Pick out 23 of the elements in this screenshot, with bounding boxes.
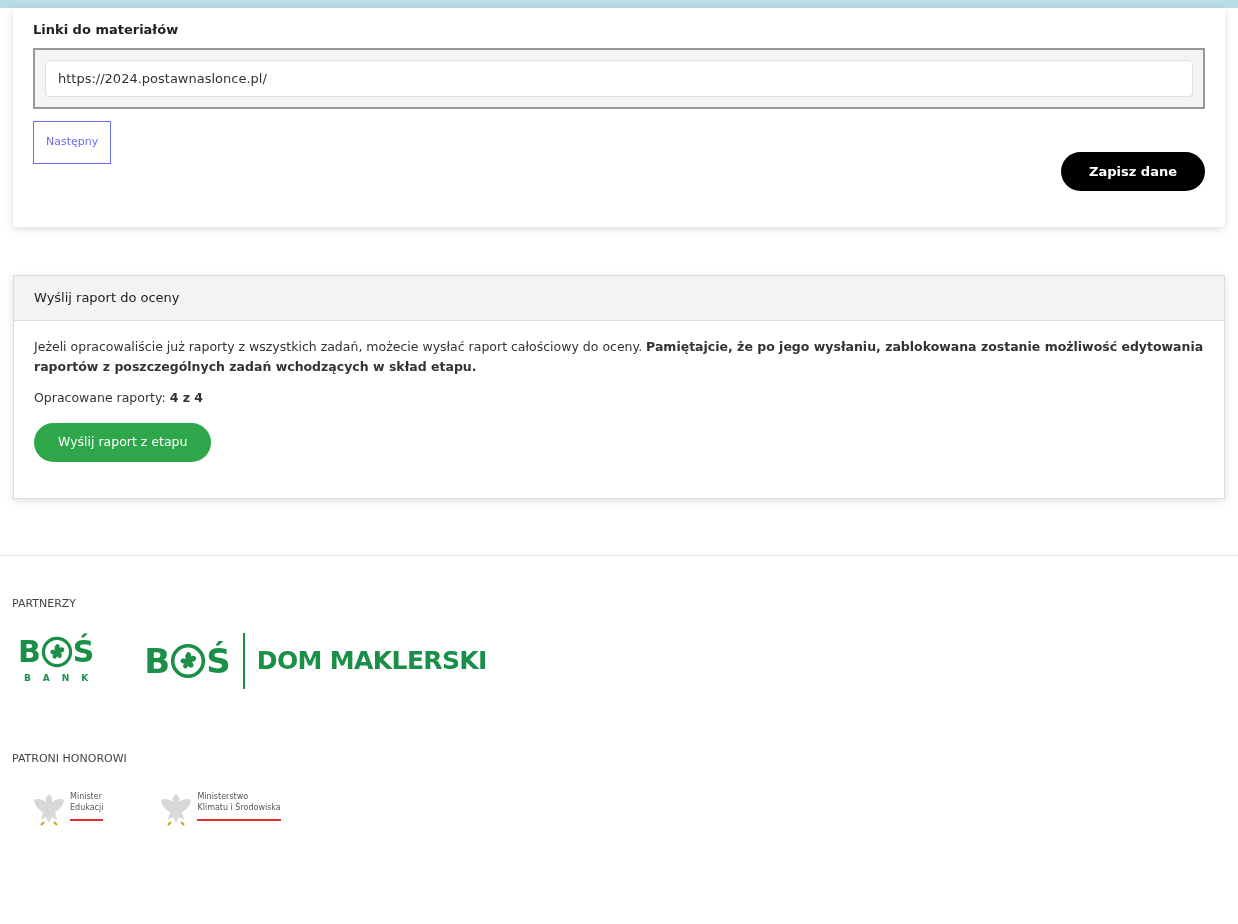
save-button[interactable]: Zapisz dane xyxy=(1061,151,1205,191)
report-description: Jeżeli opracowaliście już raporty z wszystkich zadań, możecie wysłać raport całościowy do oceny. Pamiętajcie, że po jego wysłaniu, zablokowana zostanie możliwość edytowania raportów z poszczególnych zadań wchodzących w skład etapu. xyxy=(34,337,1204,376)
accent-underline xyxy=(70,819,104,821)
report-count: Opracowane raporty: 4 z 4 xyxy=(34,388,205,407)
logo-caption: BANK xyxy=(23,671,101,685)
clover-circle-icon xyxy=(40,635,73,668)
patrons-heading: PATRONI HONOROWI xyxy=(12,750,128,767)
patron-name: Klimatu i Środowiska xyxy=(197,802,281,813)
patron-name: Edukacji xyxy=(70,802,104,813)
clover-circle-icon xyxy=(170,642,207,679)
patron-name: Minister xyxy=(70,791,103,802)
panel-title: Wyślij raport do oceny xyxy=(14,276,1224,321)
logo-letter: Ś xyxy=(206,643,231,678)
patron-name: Ministerstwo xyxy=(197,791,250,801)
logo-letter: B xyxy=(17,636,41,667)
eagle-emblem-icon xyxy=(32,791,66,827)
next-button[interactable]: Następny xyxy=(33,121,112,164)
logo-letter: B xyxy=(144,643,171,678)
logo-caption: DOM MAKLERSKI xyxy=(256,644,487,677)
partners-heading: PARTNERZY xyxy=(12,596,78,612)
url-field[interactable]: https://2024.postawnaslonce.pl/ xyxy=(45,59,1193,97)
eagle-emblem-icon xyxy=(159,791,194,827)
field-label: Linki do materiałów xyxy=(33,21,180,39)
